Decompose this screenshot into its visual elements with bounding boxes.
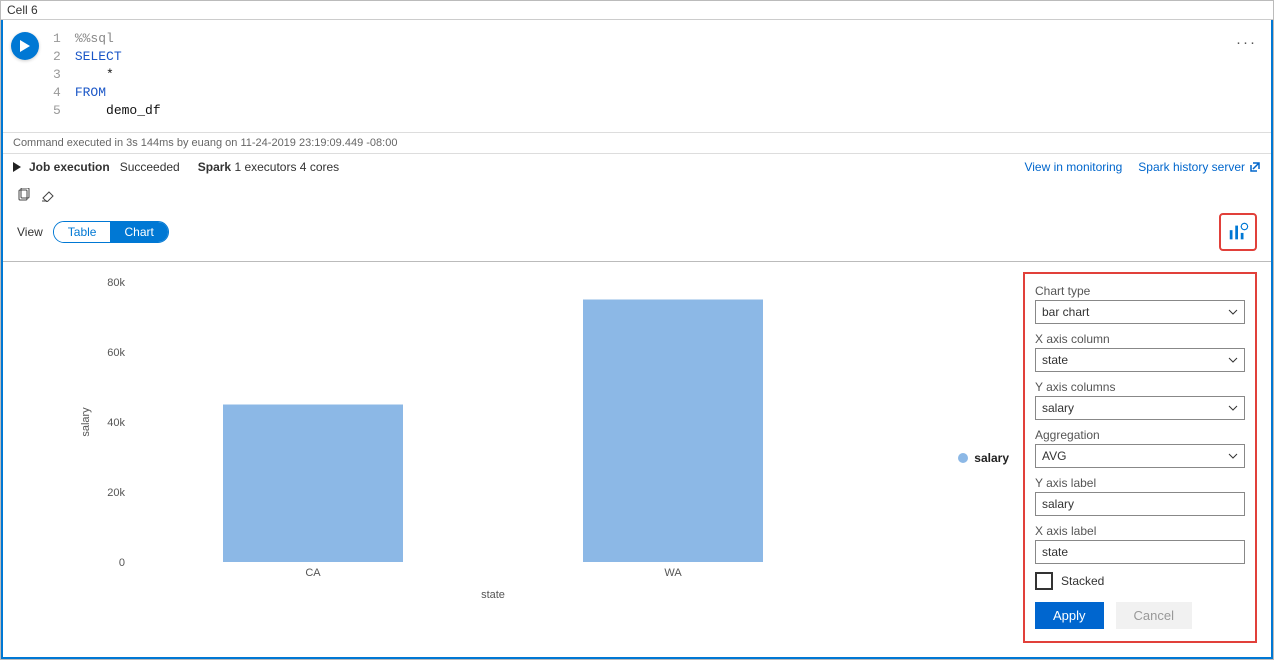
x-axis-column-label: X axis column	[1035, 332, 1245, 346]
svg-text:state: state	[481, 589, 505, 601]
tab-chart[interactable]: Chart	[110, 222, 167, 242]
x-axis-label-input[interactable]: state	[1035, 540, 1245, 564]
spark-label: Spark	[198, 160, 231, 174]
line-gutter: 1 2 3 4 5	[53, 30, 75, 120]
y-axis-label-label: Y axis label	[1035, 476, 1245, 490]
legend-label: salary	[974, 451, 1009, 465]
code-lines: %%sql SELECT * FROM demo_df	[75, 30, 161, 120]
legend-dot-icon	[958, 453, 968, 463]
svg-text:salary: salary	[80, 407, 92, 437]
chart-type-label: Chart type	[1035, 284, 1245, 298]
run-button[interactable]	[11, 32, 39, 60]
chart-settings-button[interactable]	[1219, 213, 1257, 251]
view-label: View	[17, 225, 43, 239]
y-axis-columns-label: Y axis columns	[1035, 380, 1245, 394]
tab-table[interactable]: Table	[54, 222, 111, 242]
execution-bar: Job execution Succeeded Spark 1 executor…	[3, 153, 1271, 180]
job-execution-status: Succeeded	[120, 160, 180, 174]
spark-history-link[interactable]: Spark history server	[1138, 160, 1261, 174]
execution-status-line: Command executed in 3s 144ms by euang on…	[3, 132, 1271, 153]
aggregation-select[interactable]: AVG	[1035, 444, 1245, 468]
view-monitoring-link[interactable]: View in monitoring	[1024, 160, 1122, 174]
clear-icon[interactable]	[41, 188, 55, 205]
cell-title: Cell 6	[1, 1, 1273, 20]
chart-area: 0 20k 40k 60k 80k salary CA WA state salary Char…	[3, 261, 1271, 657]
view-toggle: Table Chart	[53, 221, 169, 243]
chart-plot: 0 20k 40k 60k 80k salary CA WA state salary	[17, 272, 1009, 643]
bar-chart: 0 20k 40k 60k 80k salary CA WA state	[17, 272, 1009, 602]
apply-button[interactable]: Apply	[1035, 602, 1104, 629]
notebook-cell: Cell 6 1 2 3 4 5 %%sql SELECT * FROM	[0, 0, 1274, 660]
chart-legend: salary	[958, 451, 1009, 465]
code-editor[interactable]: 1 2 3 4 5 %%sql SELECT * FROM demo_df	[53, 30, 161, 120]
y-axis-columns-select[interactable]: salary	[1035, 396, 1245, 420]
x-axis-label-label: X axis label	[1035, 524, 1245, 538]
stacked-label: Stacked	[1061, 574, 1104, 588]
job-execution-label: Job execution	[29, 160, 110, 174]
svg-text:WA: WA	[664, 567, 682, 579]
copy-icon[interactable]	[17, 188, 31, 205]
chevron-down-icon	[1228, 451, 1238, 461]
view-row: View Table Chart	[3, 205, 1271, 261]
cell-more-button[interactable]: ···	[1236, 34, 1257, 51]
svg-text:40k: 40k	[107, 417, 125, 429]
chart-settings-panel: Chart type bar chart X axis column state…	[1023, 272, 1257, 643]
expand-icon[interactable]	[13, 162, 21, 172]
svg-text:0: 0	[119, 557, 125, 569]
chart-type-select[interactable]: bar chart	[1035, 300, 1245, 324]
chevron-down-icon	[1228, 355, 1238, 365]
spark-detail: 1 executors 4 cores	[234, 160, 339, 174]
chevron-down-icon	[1228, 403, 1238, 413]
chevron-down-icon	[1228, 307, 1238, 317]
cancel-button[interactable]: Cancel	[1116, 602, 1192, 629]
code-row: 1 2 3 4 5 %%sql SELECT * FROM demo_df ··…	[3, 20, 1271, 132]
svg-text:60k: 60k	[107, 347, 125, 359]
x-axis-column-select[interactable]: state	[1035, 348, 1245, 372]
output-toolbar	[3, 180, 1271, 205]
svg-text:20k: 20k	[107, 487, 125, 499]
external-link-icon	[1249, 161, 1261, 173]
svg-text:80k: 80k	[107, 277, 125, 289]
cell-body: 1 2 3 4 5 %%sql SELECT * FROM demo_df ··…	[1, 20, 1273, 659]
y-axis-label-input[interactable]: salary	[1035, 492, 1245, 516]
aggregation-label: Aggregation	[1035, 428, 1245, 442]
svg-text:CA: CA	[305, 567, 321, 579]
stacked-checkbox[interactable]	[1035, 572, 1053, 590]
